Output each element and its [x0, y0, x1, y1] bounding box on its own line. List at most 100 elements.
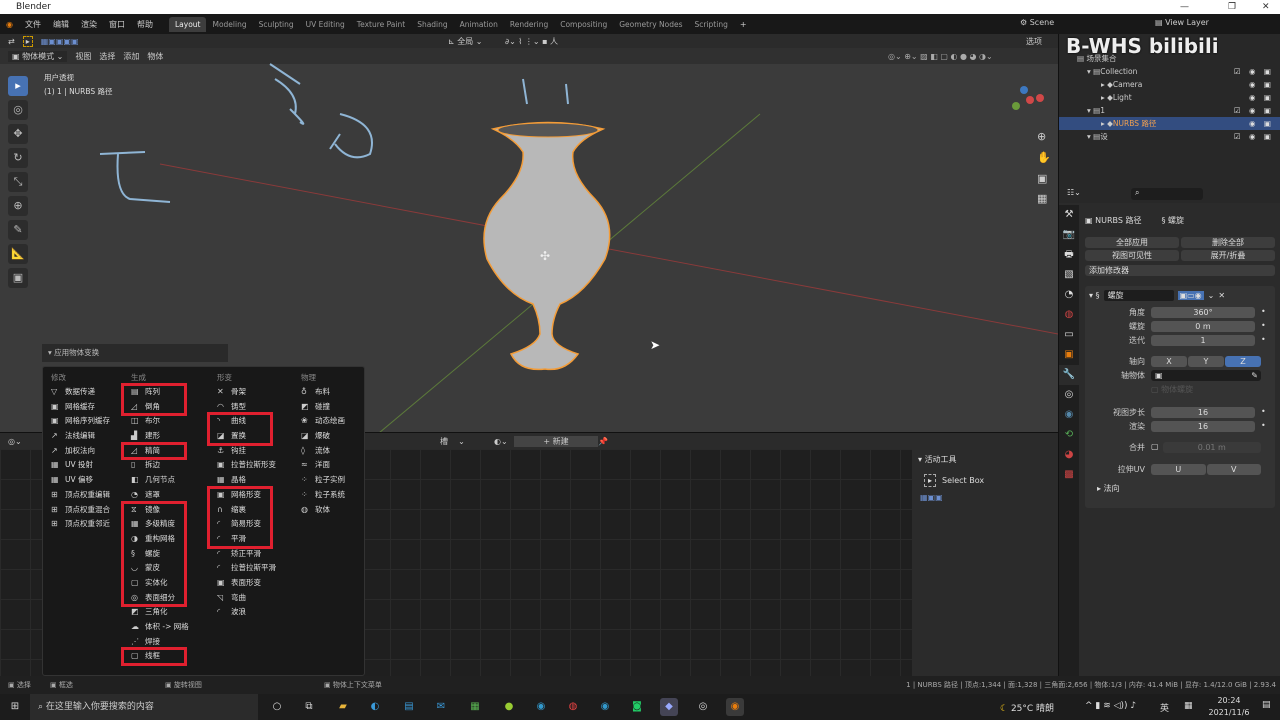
- menu-item[interactable]: ◝ 曲线: [209, 414, 271, 429]
- blender-taskbar-icon[interactable]: ◉: [726, 698, 744, 716]
- texture-tab-icon[interactable]: ▩: [1059, 465, 1079, 485]
- menu-item[interactable]: ▯ 拆边: [123, 458, 207, 473]
- menu-item[interactable]: ⊞ 顶点权重混合: [43, 503, 127, 518]
- start-icon[interactable]: ⊞: [6, 698, 24, 716]
- file-explorer-icon[interactable]: ▰: [334, 698, 352, 716]
- viewport-visibility-button[interactable]: 视图可见性: [1085, 250, 1179, 261]
- menu-edit[interactable]: 编辑: [47, 19, 75, 30]
- select-box-tool-icon[interactable]: ▸: [8, 76, 28, 96]
- select-mode-icons[interactable]: ▦▣▣: [912, 491, 1058, 504]
- modifier-dropdown-icon[interactable]: ⌄: [1208, 291, 1215, 300]
- menu-window[interactable]: 窗口: [103, 19, 131, 30]
- move-tool-icon[interactable]: ✥: [8, 124, 28, 144]
- scene-tab-icon[interactable]: ◔: [1059, 285, 1079, 305]
- menu-item[interactable]: ⋰ 焊接: [123, 635, 207, 650]
- app-icon-5[interactable]: ◆: [660, 698, 678, 716]
- axis-object-field[interactable]: ▣ ✎: [1151, 370, 1261, 381]
- workspace-tab-rendering[interactable]: Rendering: [504, 17, 554, 32]
- world-tab-icon[interactable]: ◍: [1059, 305, 1079, 325]
- cursor-tool-icon[interactable]: ◎: [8, 100, 28, 120]
- visibility-toggles[interactable]: ◉ ▣: [1249, 93, 1274, 102]
- menu-item[interactable]: ▣ 网格形变: [209, 488, 271, 503]
- workspace-tab-modeling[interactable]: Modeling: [206, 17, 252, 32]
- active-tool-item[interactable]: ▸ Select Box: [912, 470, 1058, 491]
- menu-item[interactable]: ◜ 简易形变: [209, 517, 271, 532]
- menu-item[interactable]: ▽ 数据传递: [43, 385, 127, 400]
- outliner-row[interactable]: ▾ ▤ 1 ☑ ◉ ▣: [1059, 104, 1280, 117]
- menu-help[interactable]: 帮助: [131, 19, 159, 30]
- property-field[interactable]: 1: [1151, 335, 1255, 346]
- menu-item[interactable]: ▢ 线框: [123, 649, 185, 664]
- workspace-tab-animation[interactable]: Animation: [454, 17, 504, 32]
- menu-item[interactable]: ◍ 软体: [293, 503, 377, 518]
- menu-item[interactable]: ◎ 表面细分: [123, 591, 185, 606]
- collection-tab-icon[interactable]: ▭: [1059, 325, 1079, 345]
- menu-item[interactable]: ☁ 体积 -> 网格: [123, 620, 207, 635]
- particles-tab-icon[interactable]: ◎: [1059, 385, 1079, 405]
- menu-item[interactable]: ♁ 布料: [293, 385, 377, 400]
- outliner-row[interactable]: ▸ ◆ NURBS 路径 ◉ ▣: [1059, 117, 1280, 130]
- menu-item[interactable]: ◫ 布尔: [123, 414, 207, 429]
- menu-item[interactable]: ◿ 倒角: [123, 400, 185, 415]
- vase-object[interactable]: [483, 121, 611, 371]
- add-workspace-button[interactable]: +: [734, 20, 753, 29]
- workspace-tab-layout[interactable]: Layout: [168, 16, 207, 32]
- keyframe-dot-icon[interactable]: •: [1261, 335, 1271, 346]
- axis-y-button[interactable]: Y: [1188, 356, 1224, 367]
- menu-item[interactable]: ⊞ 顶点权重编辑: [43, 488, 127, 503]
- menu-item[interactable]: ◹ 弯曲: [209, 591, 293, 606]
- menu-item[interactable]: ▣ 网格缓存: [43, 400, 127, 415]
- task-view-icon[interactable]: ⧉: [300, 698, 318, 716]
- menu-item[interactable]: ▤ 阵列: [123, 385, 185, 400]
- add-modifier-dropdown[interactable]: 添加修改器: [1085, 265, 1275, 276]
- rotate-tool-icon[interactable]: ↻: [8, 148, 28, 168]
- render-tab-icon[interactable]: 📷: [1059, 225, 1079, 245]
- navigation-gizmo[interactable]: [1012, 86, 1044, 110]
- menu-item[interactable]: ◩ 碰撞: [293, 400, 377, 415]
- menu-item[interactable]: ▣ 表面形变: [209, 576, 293, 591]
- modifier-name-field[interactable]: 螺旋: [1103, 290, 1174, 301]
- close-button[interactable]: ✕: [1262, 0, 1270, 14]
- search-input[interactable]: ⌕: [1131, 188, 1203, 200]
- store-icon[interactable]: ▤: [400, 698, 418, 716]
- merge-distance-field[interactable]: 0.01 m: [1162, 442, 1261, 453]
- menu-item[interactable]: ⁘ 粒子实例: [293, 473, 377, 488]
- view-layer-tab-icon[interactable]: ▧: [1059, 265, 1079, 285]
- viewport-nav-icons[interactable]: ⊕ ✋ ▣ ▦: [1037, 130, 1051, 205]
- menu-item[interactable]: ◊ 流体: [293, 444, 377, 459]
- new-material-button[interactable]: + 新建: [514, 435, 598, 447]
- pin-icon[interactable]: 📌: [598, 437, 608, 446]
- menu-file[interactable]: 文件: [19, 19, 47, 30]
- last-operator-panel[interactable]: ▾ 应用物体变换: [42, 344, 228, 362]
- obs-icon[interactable]: ◎: [694, 698, 712, 716]
- workspace-tab-compositing[interactable]: Compositing: [554, 17, 613, 32]
- menu-item[interactable]: ▦ UV 偏移: [43, 473, 127, 488]
- menu-item[interactable]: ▣ 网格序列缓存: [43, 414, 127, 429]
- menu-item[interactable]: ◜ 矫正平滑: [209, 547, 293, 562]
- menu-item[interactable]: ◧ 几何节点: [123, 473, 207, 488]
- wechat-icon[interactable]: ◙: [628, 698, 646, 716]
- merge-checkbox[interactable]: ▢: [1151, 442, 1159, 453]
- minimize-button[interactable]: —: [1180, 0, 1189, 14]
- visibility-toggles[interactable]: ☑ ◉ ▣: [1234, 106, 1274, 115]
- material-browse-icon[interactable]: ◐⌄: [494, 437, 508, 446]
- menu-item[interactable]: ◠ 铸型: [209, 400, 293, 415]
- remove-modifier-icon[interactable]: ✕: [1218, 291, 1225, 300]
- menu-item[interactable]: ▟ 建形: [123, 429, 207, 444]
- menu-item[interactable]: ⧖ 镜像: [123, 503, 185, 518]
- menu-item[interactable]: ✕ 骨架: [209, 385, 293, 400]
- outliner-row[interactable]: ▾ ▤ Collection ☑ ◉ ▣: [1059, 65, 1280, 78]
- menu-item[interactable]: ▦ 晶格: [209, 473, 293, 488]
- keyframe-dot-icon[interactable]: •: [1261, 407, 1271, 418]
- apply-all-button[interactable]: 全部应用: [1085, 237, 1179, 248]
- clock[interactable]: 20:24 2021/11/6: [1200, 695, 1258, 719]
- workspace-tab-uv-editing[interactable]: UV Editing: [300, 17, 351, 32]
- normals-subpanel[interactable]: ▸ 法向: [1085, 483, 1275, 494]
- stretch-v-button[interactable]: V: [1206, 464, 1261, 475]
- visibility-toggles[interactable]: ☑ ◉ ▣: [1234, 67, 1274, 76]
- taskbar-search[interactable]: ⌕ 在这里输入你要搜索的内容: [30, 694, 258, 720]
- workspace-tab-geometry-nodes[interactable]: Geometry Nodes: [613, 17, 688, 32]
- maximize-button[interactable]: ❐: [1228, 0, 1236, 14]
- scene-selector[interactable]: ⚙ Scene: [1020, 18, 1054, 27]
- data-tab-icon[interactable]: ◕: [1059, 445, 1079, 465]
